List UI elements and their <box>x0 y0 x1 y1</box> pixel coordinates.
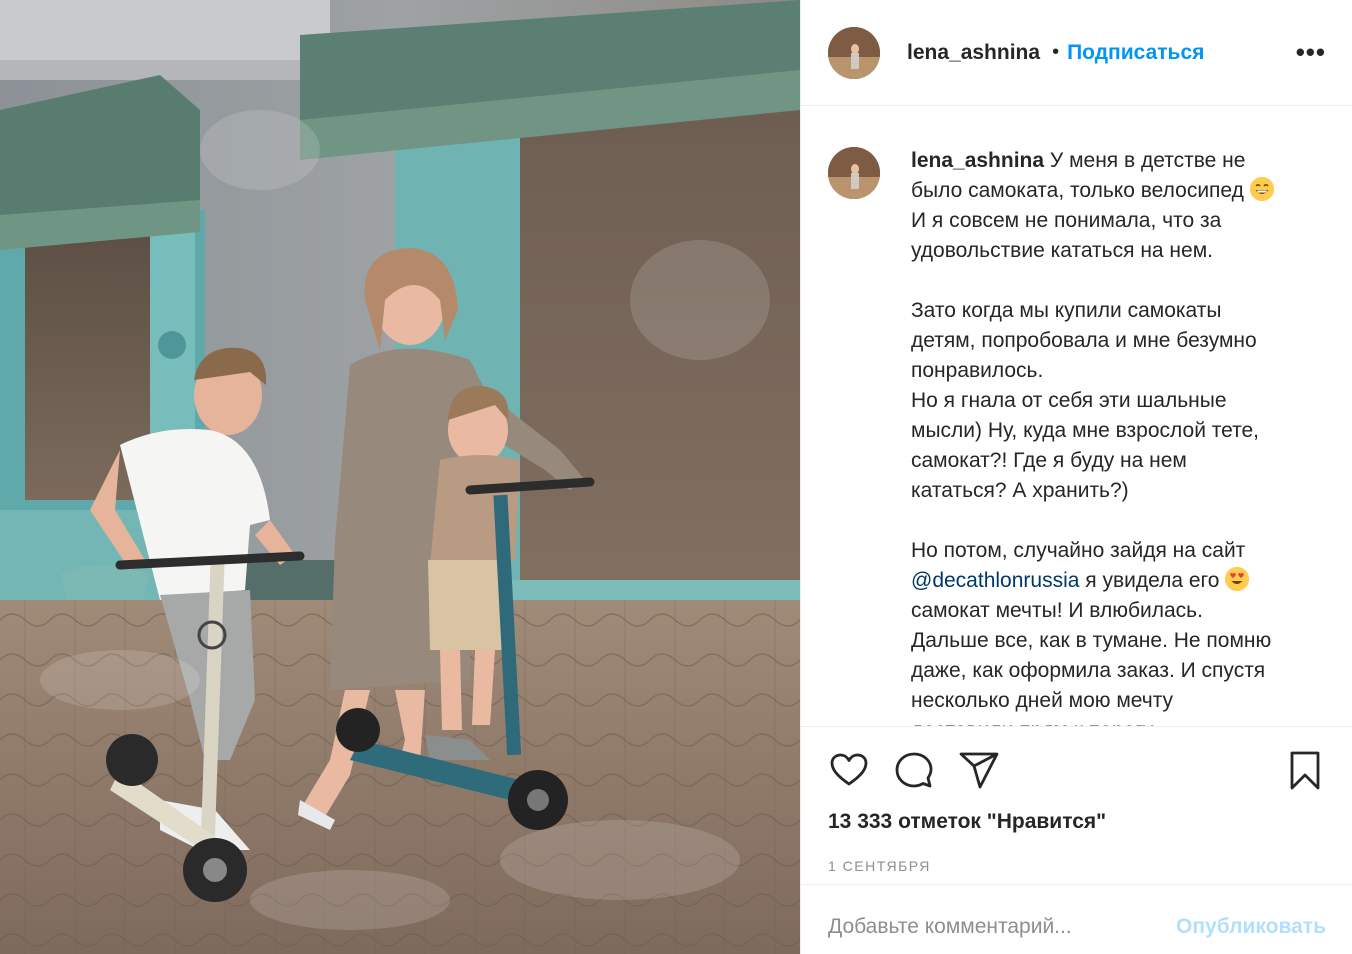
caption-line: Зато когда мы купили самокаты <box>911 299 1222 322</box>
follow-button[interactable]: Подписаться <box>1067 41 1204 65</box>
comment-icon[interactable] <box>893 749 935 791</box>
caption-line: понравилось. <box>911 359 1044 382</box>
caption-line: Но потом, случайно зайдя на сайт <box>911 539 1246 562</box>
caption-line: даже, как оформила заказ. И спустя <box>911 659 1266 682</box>
caption-line: И я совсем не понимала, что за <box>911 209 1222 232</box>
family-scooter-photo <box>0 0 800 954</box>
header-separator: • <box>1052 41 1060 63</box>
caption-line: Но я гнала от себя эти шальные <box>911 389 1227 412</box>
caption-text: lena_ashnina У меня в детстве не было са… <box>911 146 1331 726</box>
post-header: lena_ashnina • Подписаться ••• <box>801 0 1352 106</box>
caption-username[interactable]: lena_ashnina <box>911 149 1044 172</box>
caption-line: Дальше все, как в тумане. Не помню <box>911 629 1272 652</box>
paper-plane-icon[interactable] <box>958 749 1000 791</box>
caption-line: У меня в детстве не <box>1049 149 1246 172</box>
caption-line: самокат?! Где я буду на нем <box>911 449 1187 472</box>
caption-line: несколько дней мою мечту <box>911 689 1174 712</box>
heart-eyes-emoji <box>1225 567 1250 591</box>
caption-line: кататься? А хранить?) <box>911 479 1129 502</box>
likes-count[interactable]: 13 333 отметок "Нравится" <box>828 810 1326 834</box>
more-options-icon[interactable]: ••• <box>1296 37 1326 68</box>
publish-button[interactable]: Опубликовать <box>1176 901 1326 939</box>
caption-line: доставили прям к порогу <box>911 716 1331 726</box>
instagram-post: lena_ashnina • Подписаться ••• lena_ashn… <box>0 0 1352 954</box>
caption-line: мысли) Ну, куда мне взрослой тете, <box>911 419 1260 442</box>
heart-icon[interactable] <box>828 749 870 791</box>
caption-line: я увидела его <box>1085 569 1220 592</box>
post-side-panel: lena_ashnina • Подписаться ••• lena_ashn… <box>800 0 1352 954</box>
post-photo[interactable] <box>0 0 800 954</box>
avatar[interactable] <box>828 26 880 79</box>
post-actions: 13 333 отметок "Нравится" 1 СЕНТЯБРЯ <box>801 726 1352 884</box>
mention-link[interactable]: @decathlonrussia <box>911 569 1079 592</box>
caption-avatar[interactable] <box>828 147 880 199</box>
post-date[interactable]: 1 СЕНТЯБРЯ <box>828 858 1326 874</box>
action-icons <box>828 727 1326 807</box>
comment-input[interactable] <box>828 900 1177 939</box>
grinning-face-emoji <box>1249 177 1274 201</box>
comment-bar: Опубликовать <box>801 884 1352 954</box>
bookmark-icon[interactable] <box>1284 749 1326 791</box>
caption-line: детям, попробовала и мне безумно <box>911 329 1257 352</box>
caption-line: было самоката, только велосипед <box>911 179 1244 202</box>
caption-line: самокат мечты! И влюбилась. <box>911 599 1203 622</box>
caption-line: удовольствие кататься на нем. <box>911 239 1213 262</box>
caption-area[interactable]: lena_ashnina У меня в детстве не было са… <box>801 106 1352 726</box>
header-username[interactable]: lena_ashnina <box>907 41 1040 65</box>
